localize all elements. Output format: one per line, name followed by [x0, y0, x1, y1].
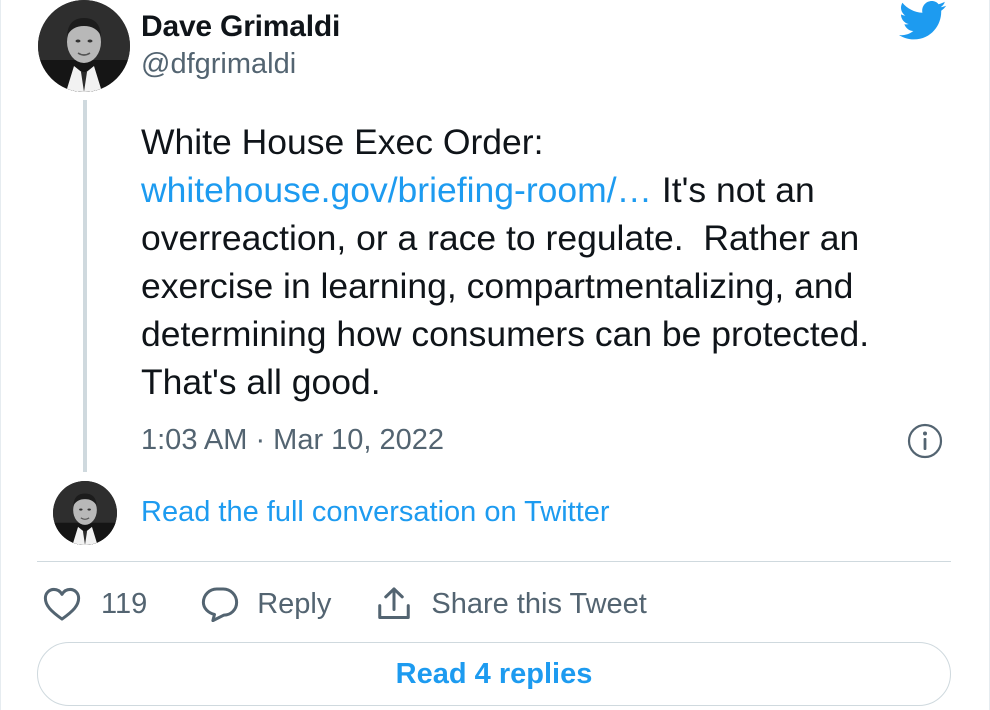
- share-button[interactable]: Share this Tweet: [375, 585, 647, 623]
- read-full-conversation-link[interactable]: Read the full conversation on Twitter: [141, 496, 610, 529]
- share-label: Share this Tweet: [431, 587, 647, 620]
- conversation-avatar[interactable]: [53, 481, 117, 545]
- twitter-bird-icon[interactable]: [899, 0, 947, 42]
- like-count: 119: [101, 587, 148, 620]
- author-handle[interactable]: @dfgrimaldi: [141, 48, 296, 81]
- like-button[interactable]: 119: [43, 586, 147, 622]
- info-icon[interactable]: [907, 423, 943, 459]
- speech-bubble-icon: [202, 587, 239, 622]
- author-name[interactable]: Dave Grimaldi: [141, 10, 340, 44]
- thread-line: [83, 100, 87, 472]
- author-avatar[interactable]: [38, 0, 130, 92]
- read-replies-button[interactable]: Read 4 replies: [37, 642, 951, 706]
- reply-label: Reply: [257, 587, 332, 620]
- divider: [37, 561, 951, 562]
- tweet-intro: White House Exec Order:: [141, 122, 544, 162]
- tweet-timestamp[interactable]: 1:03 AM · Mar 10, 2022: [141, 424, 444, 457]
- tweet-text: White House Exec Order: whitehouse.gov/b…: [141, 118, 961, 406]
- tweet-embed-card: Dave Grimaldi @dfgrimaldi White House Ex…: [0, 0, 990, 710]
- tweet-actions: 119 Reply Share this Tweet: [43, 582, 647, 626]
- heart-icon: [43, 587, 81, 621]
- read-replies-label: Read 4 replies: [395, 657, 593, 690]
- reply-button[interactable]: Reply: [201, 586, 331, 622]
- conversation-avatar-photo: [53, 481, 117, 545]
- share-arrow-icon: [378, 587, 411, 619]
- author-photo: [38, 0, 130, 92]
- tweet-link[interactable]: whitehouse.gov/briefing-room/…: [141, 170, 652, 210]
